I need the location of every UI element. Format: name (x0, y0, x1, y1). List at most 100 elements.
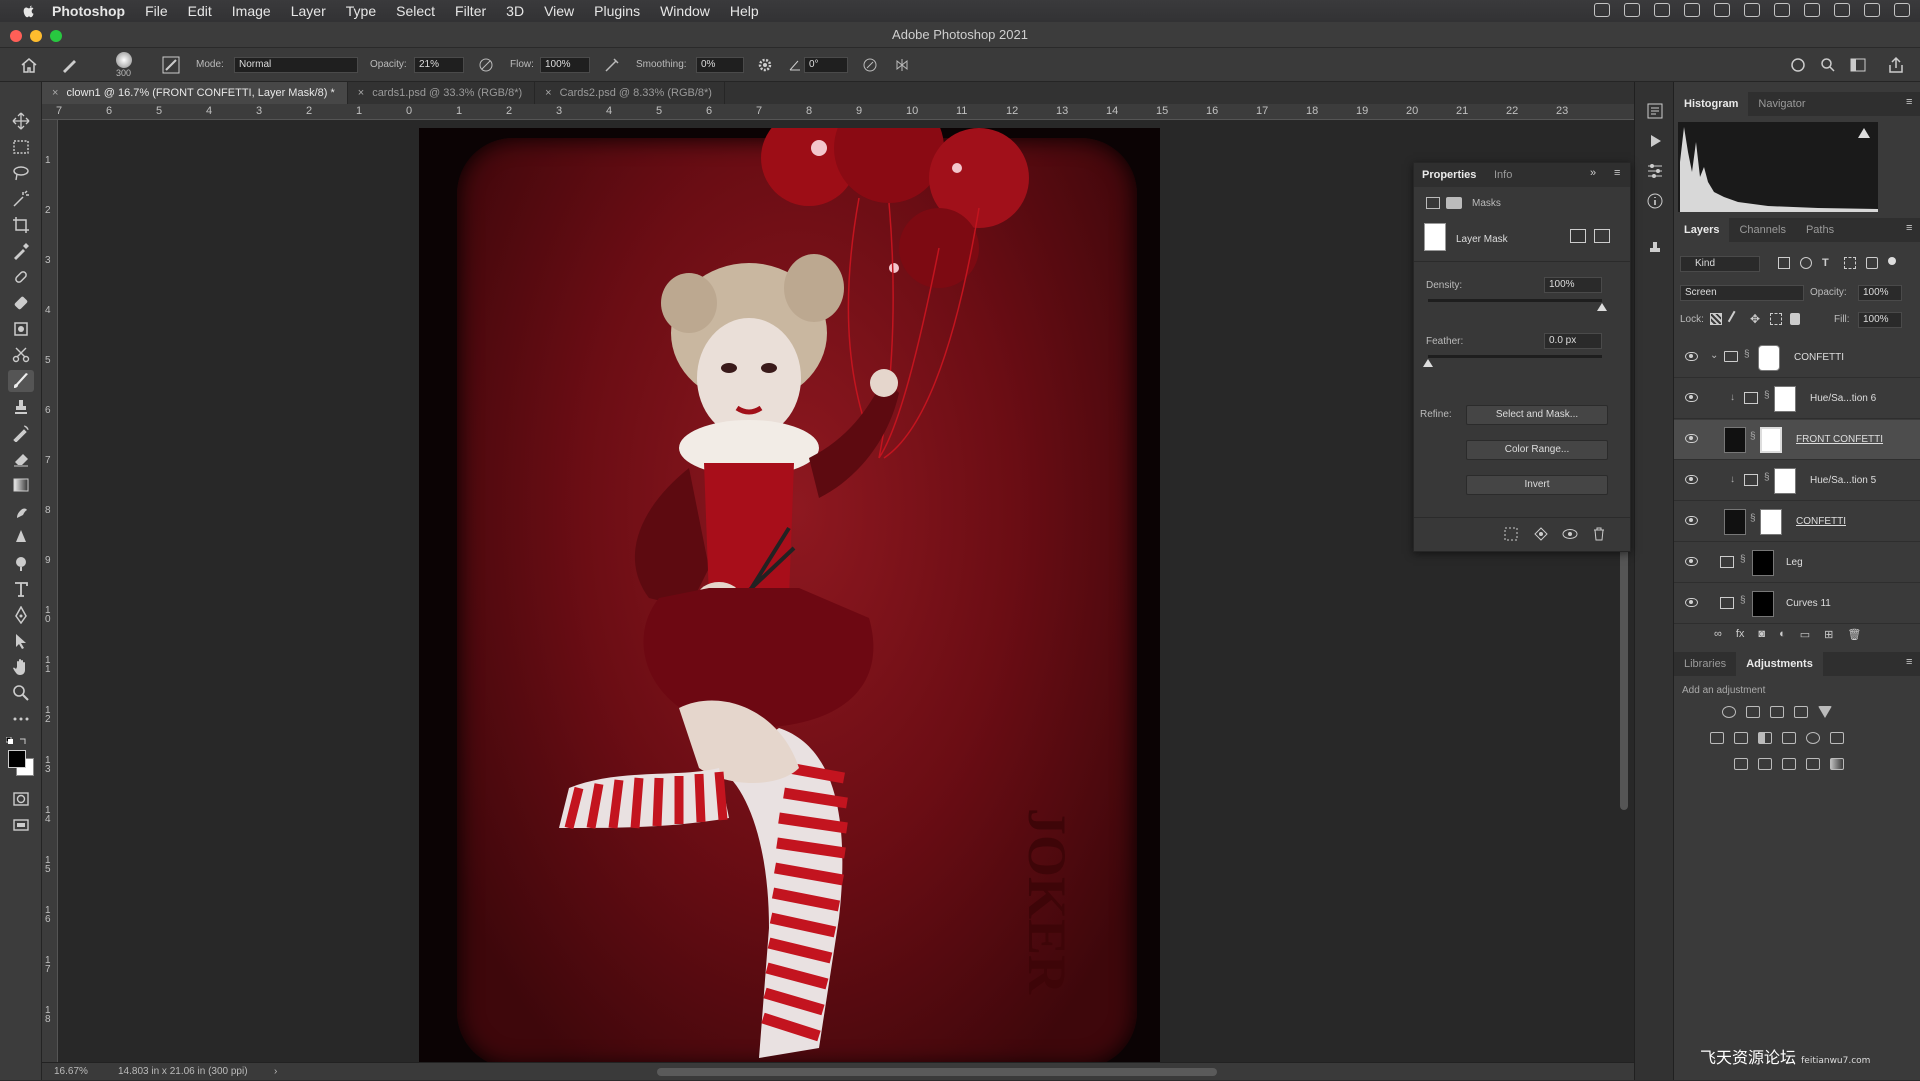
wifi-icon[interactable] (1744, 3, 1760, 17)
brightness-contrast-icon[interactable] (1722, 706, 1736, 718)
panel-menu-icon[interactable]: ≡ (1614, 167, 1620, 179)
layer-style-fx-icon[interactable]: fx (1736, 628, 1745, 641)
tab-histogram[interactable]: Histogram (1674, 92, 1749, 116)
layer-row-leg[interactable]: § Leg (1674, 543, 1920, 583)
apply-mask-icon[interactable] (1534, 527, 1548, 541)
layer-filter-kind-select[interactable]: Kind (1680, 256, 1760, 272)
visibility-eye-icon[interactable] (1685, 434, 1698, 443)
add-pixel-mask-icon[interactable] (1570, 229, 1586, 243)
brush-tool-preset-icon[interactable] (60, 56, 80, 74)
density-field[interactable]: 100% (1544, 277, 1602, 293)
visibility-eye-icon[interactable] (1685, 352, 1698, 361)
smoothing-field[interactable]: 0% (696, 57, 744, 73)
menu-window[interactable]: Window (660, 3, 710, 19)
menu-file[interactable]: File (145, 3, 168, 19)
gradient-map-icon[interactable] (1830, 758, 1844, 770)
default-colors-icon[interactable] (5, 736, 28, 744)
filter-adjustment-icon[interactable] (1800, 257, 1812, 269)
layer-row-hue-sat-5[interactable]: ↓ § Hue/Sa...tion 5 (1674, 461, 1920, 501)
quick-mask-icon[interactable] (12, 790, 30, 808)
layer-thumbnail[interactable] (1724, 509, 1746, 535)
color-range-button[interactable]: Color Range... (1466, 440, 1608, 460)
hand-tool-icon[interactable] (12, 658, 30, 676)
tab-cards2[interactable]: × Cards2.psd @ 8.33% (RGB/8*) (535, 82, 725, 104)
threshold-icon[interactable] (1782, 758, 1796, 770)
vector-mask-icon[interactable] (1446, 197, 1462, 209)
home-icon[interactable] (20, 57, 38, 73)
tab-cards1[interactable]: × cards1.psd @ 33.3% (RGB/8*) (348, 82, 536, 104)
info-icon[interactable] (1646, 192, 1664, 210)
eyedropper-tool-icon[interactable] (12, 242, 30, 260)
zoom-tool-icon[interactable] (12, 684, 30, 702)
invert-button[interactable]: Invert (1466, 475, 1608, 495)
tab-layers[interactable]: Layers (1674, 218, 1730, 242)
pixel-mask-icon[interactable] (1426, 197, 1440, 209)
black-white-icon[interactable] (1758, 732, 1772, 744)
brush-settings-icon[interactable] (162, 56, 180, 74)
tab-navigator[interactable]: Navigator (1748, 92, 1815, 116)
select-and-mask-button[interactable]: Select and Mask... (1466, 405, 1608, 425)
pressure-size-icon[interactable] (862, 57, 878, 73)
mask-thumbnail[interactable] (1760, 427, 1782, 453)
crop-tool-icon[interactable] (12, 216, 30, 234)
color-balance-icon[interactable] (1734, 732, 1748, 744)
lock-position-icon[interactable]: ✥ (1750, 313, 1762, 325)
link-layers-icon[interactable]: ∞ (1714, 628, 1722, 641)
add-mask-icon[interactable]: ◙ (1758, 628, 1765, 641)
history-brush-tool-icon[interactable] (12, 424, 30, 442)
type-tool-icon[interactable] (12, 580, 30, 598)
more-tools-icon[interactable] (12, 710, 30, 728)
new-layer-icon[interactable]: ⊞ (1824, 628, 1833, 641)
filter-type-icon[interactable]: T (1822, 257, 1834, 269)
menu-select[interactable]: Select (396, 3, 435, 19)
expand-chevron-icon[interactable]: ⌄ (1710, 350, 1718, 361)
new-adjustment-layer-icon[interactable]: ◐ (1779, 628, 1786, 641)
burn-tool-icon[interactable] (12, 554, 30, 572)
vibrance-icon[interactable] (1818, 706, 1832, 718)
workspace-icon[interactable] (1850, 57, 1868, 73)
link-icon[interactable]: § (1750, 513, 1756, 524)
menu-help[interactable]: Help (730, 3, 759, 19)
adjustments-menu-icon[interactable]: ≡ (1906, 656, 1912, 668)
eraser-tool-icon[interactable] (12, 450, 30, 468)
search-icon[interactable] (1820, 57, 1836, 73)
dropbox-icon[interactable] (1624, 3, 1640, 17)
cloud-docs-icon[interactable] (1790, 57, 1806, 73)
histogram-menu-icon[interactable]: ≡ (1906, 96, 1912, 108)
menu-3d[interactable]: 3D (506, 3, 524, 19)
color-lookup-icon[interactable] (1830, 732, 1844, 744)
tab-libraries[interactable]: Libraries (1674, 652, 1736, 676)
tab-channels[interactable]: Channels (1729, 218, 1795, 242)
feather-slider-track[interactable] (1428, 355, 1602, 358)
layer-row-hue-sat-6[interactable]: ↓ § Hue/Sa...tion 6 (1674, 379, 1920, 419)
zoom-window-button[interactable] (50, 30, 62, 42)
blend-mode-select[interactable]: Screen (1680, 285, 1804, 301)
menu-layer[interactable]: Layer (291, 3, 326, 19)
zoom-level[interactable]: 16.67% (54, 1063, 88, 1081)
horizontal-scrollbar[interactable] (657, 1068, 1217, 1076)
mask-thumbnail[interactable] (1760, 509, 1782, 535)
close-tab-icon[interactable]: × (545, 87, 551, 99)
visibility-eye-icon[interactable] (1685, 516, 1698, 525)
density-slider-track[interactable] (1428, 299, 1602, 302)
group-mask-thumbnail[interactable] (1758, 345, 1780, 371)
display-icon[interactable] (1654, 3, 1670, 17)
volume-icon[interactable] (1774, 3, 1790, 17)
share-icon[interactable] (1888, 56, 1904, 74)
vertical-scrollbar[interactable] (1620, 540, 1628, 810)
visibility-eye-icon[interactable] (1685, 598, 1698, 607)
load-selection-icon[interactable] (1504, 527, 1518, 541)
collapse-panel-icon[interactable]: » (1590, 167, 1596, 179)
mode-select[interactable]: Normal (234, 57, 358, 73)
minimize-window-button[interactable] (30, 30, 42, 42)
visibility-eye-icon[interactable] (1685, 393, 1698, 402)
levels-icon[interactable] (1746, 706, 1760, 718)
delete-layer-trash-icon[interactable]: 🗑 (1847, 628, 1861, 641)
scissors-tool-icon[interactable] (12, 346, 30, 364)
content-aware-move-icon[interactable] (12, 320, 30, 338)
smudge-tool-icon[interactable] (12, 502, 30, 520)
tab-paths[interactable]: Paths (1796, 218, 1844, 242)
menu-image[interactable]: Image (232, 3, 271, 19)
notification-center-icon[interactable] (1894, 3, 1910, 17)
visibility-eye-icon[interactable] (1685, 557, 1698, 566)
